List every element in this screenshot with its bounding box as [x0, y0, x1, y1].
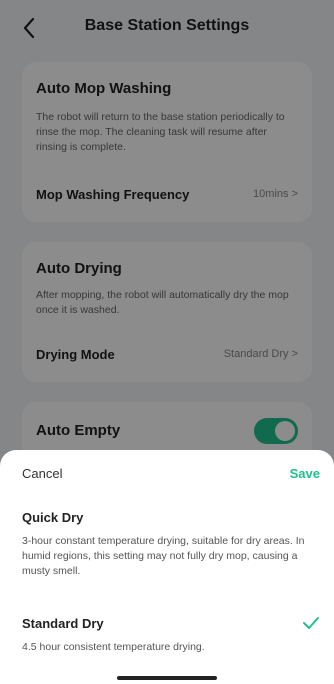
save-button[interactable]: Save	[290, 466, 320, 481]
option-quick-dry-description[interactable]: 3-hour constant temperature drying, suit…	[22, 534, 320, 579]
home-indicator	[117, 676, 217, 680]
cancel-button[interactable]: Cancel	[22, 466, 62, 481]
check-icon	[303, 617, 319, 629]
option-standard-dry[interactable]: Standard Dry	[22, 616, 104, 631]
option-standard-dry-description[interactable]: 4.5 hour consistent temperature drying.	[22, 640, 320, 655]
option-quick-dry[interactable]: Quick Dry	[22, 510, 83, 525]
drying-mode-sheet: Cancel Save Quick Dry 3-hour constant te…	[0, 450, 334, 684]
